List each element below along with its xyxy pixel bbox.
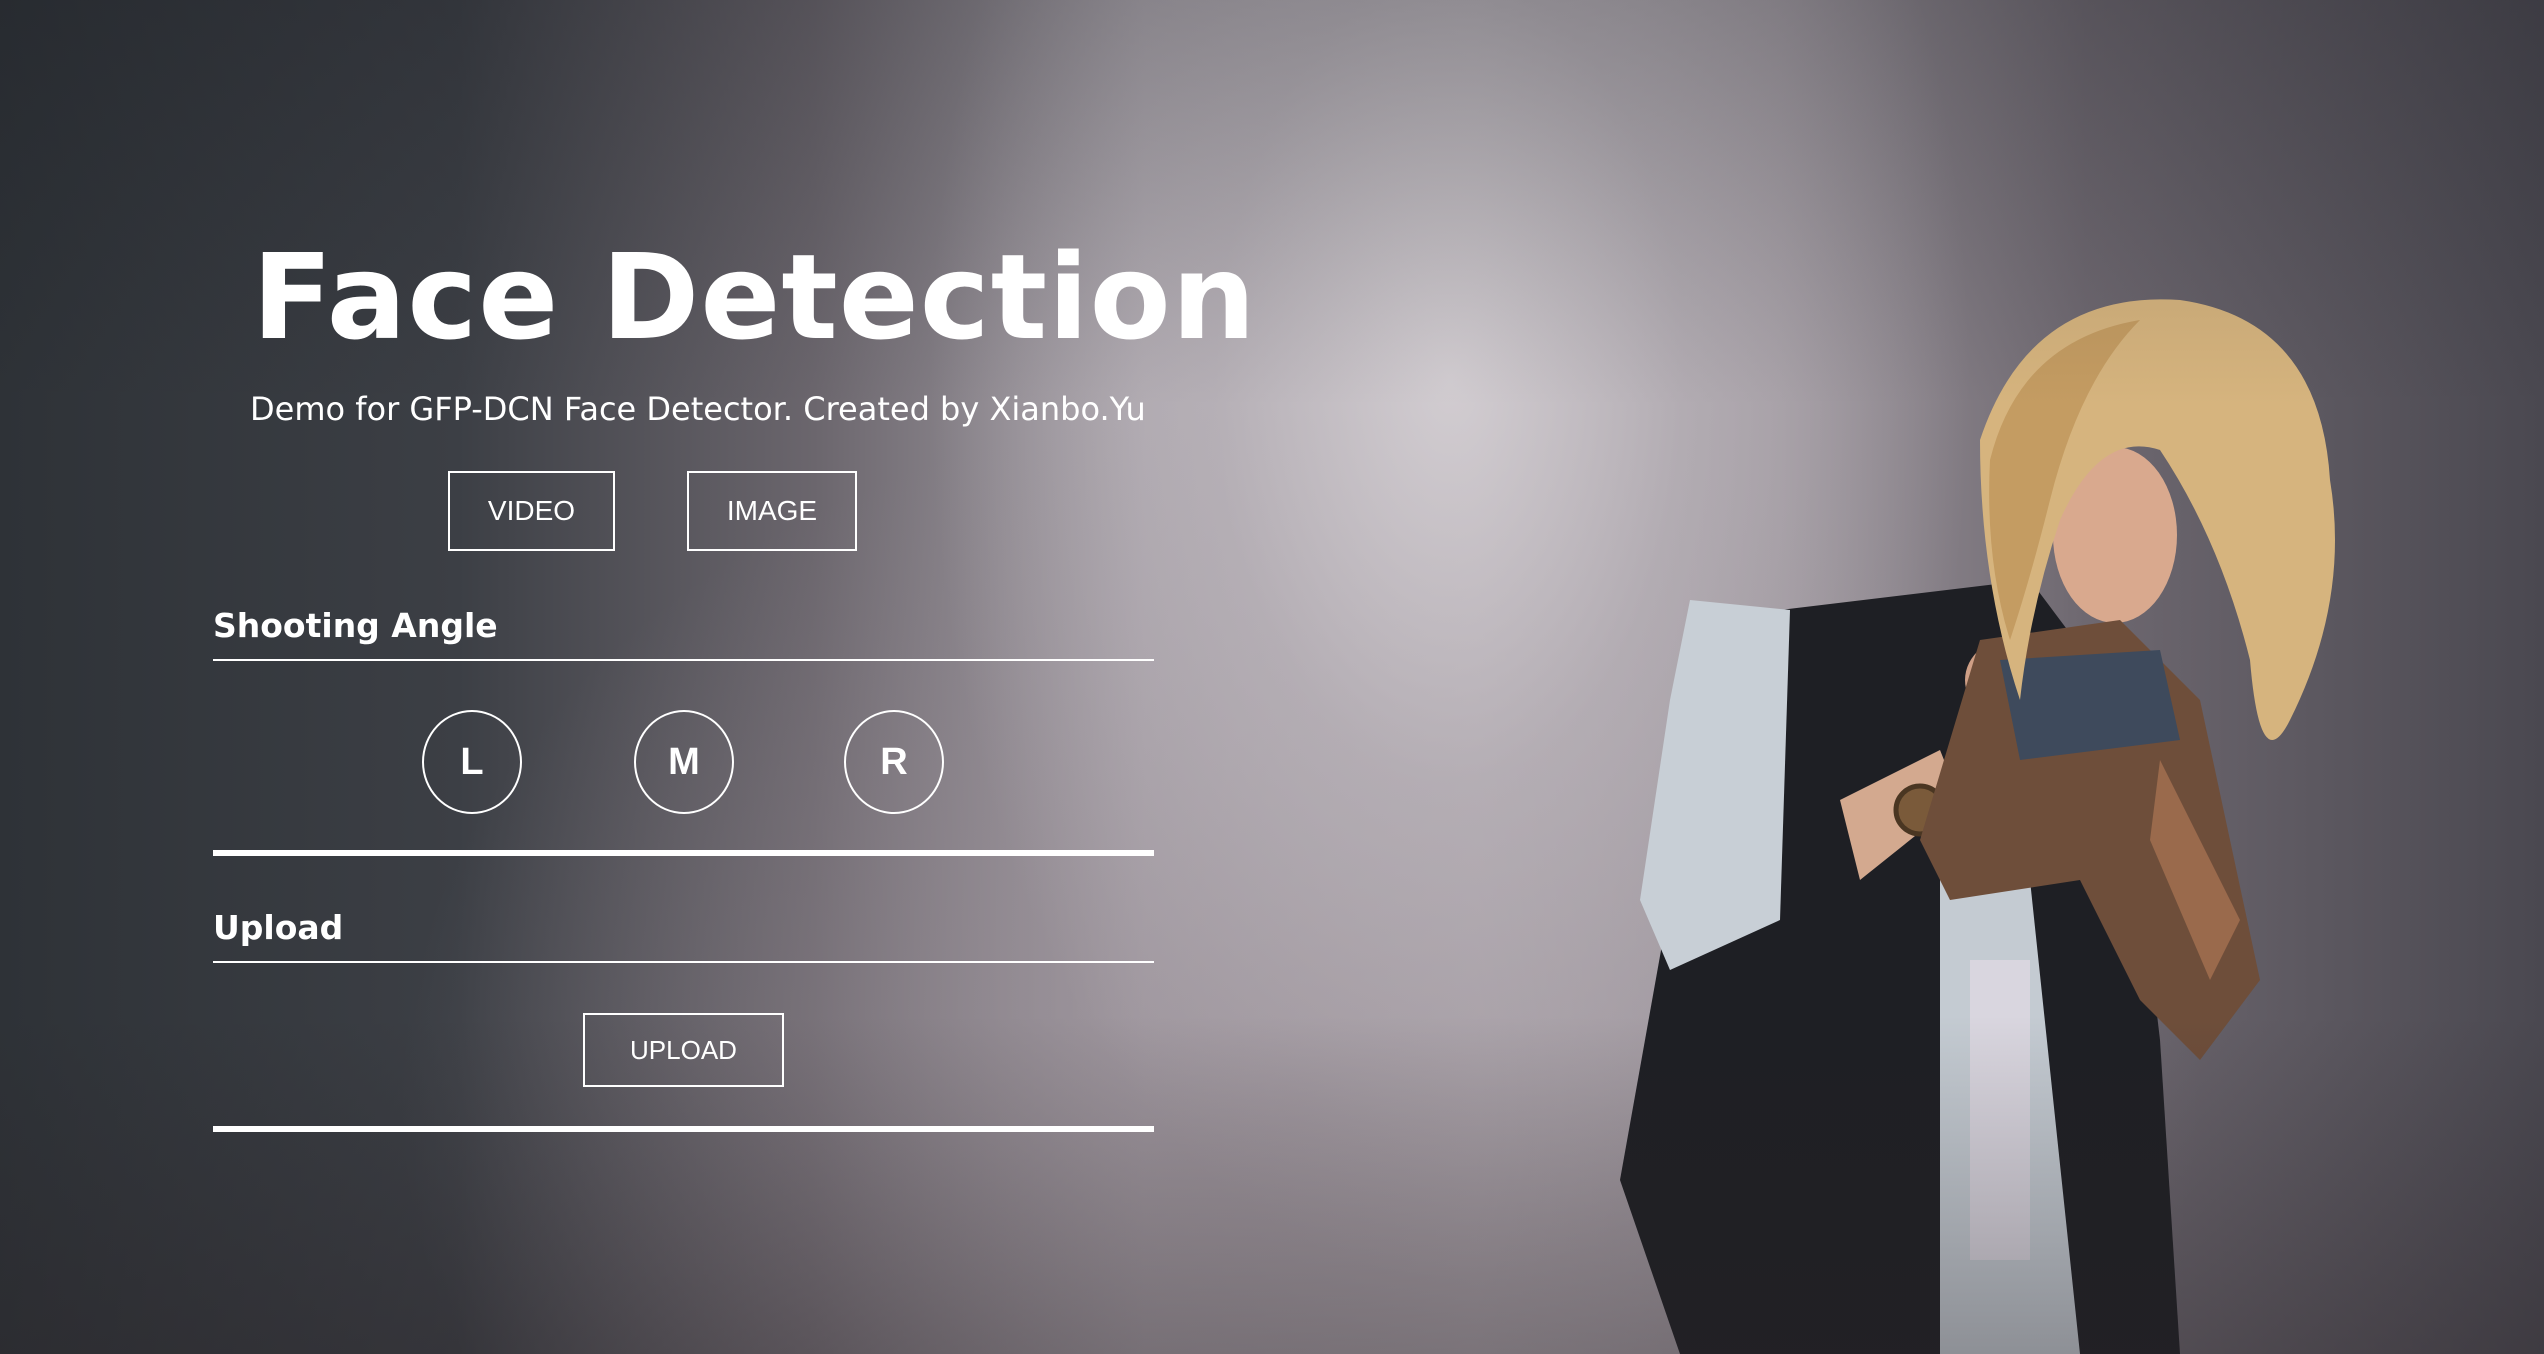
angle-middle-button[interactable]: M xyxy=(634,710,734,814)
upload-button[interactable]: UPLOAD xyxy=(583,1013,784,1087)
image-button[interactable]: IMAGE xyxy=(687,471,857,551)
upload-divider xyxy=(213,961,1154,963)
page-subtitle: Demo for GFP-DCN Face Detector. Created … xyxy=(250,390,1146,428)
angle-right-button[interactable]: R xyxy=(844,710,944,814)
video-button[interactable]: VIDEO xyxy=(448,471,615,551)
woman-photo xyxy=(1620,299,2335,1354)
section-divider xyxy=(213,850,1154,856)
shooting-angle-divider xyxy=(213,659,1154,661)
background-photo xyxy=(0,0,2544,1354)
angle-left-button[interactable]: L xyxy=(422,710,522,814)
page-title: Face Detection xyxy=(252,228,1257,366)
upload-heading: Upload xyxy=(213,908,344,947)
section-divider xyxy=(213,1126,1154,1132)
shooting-angle-heading: Shooting Angle xyxy=(213,606,498,645)
